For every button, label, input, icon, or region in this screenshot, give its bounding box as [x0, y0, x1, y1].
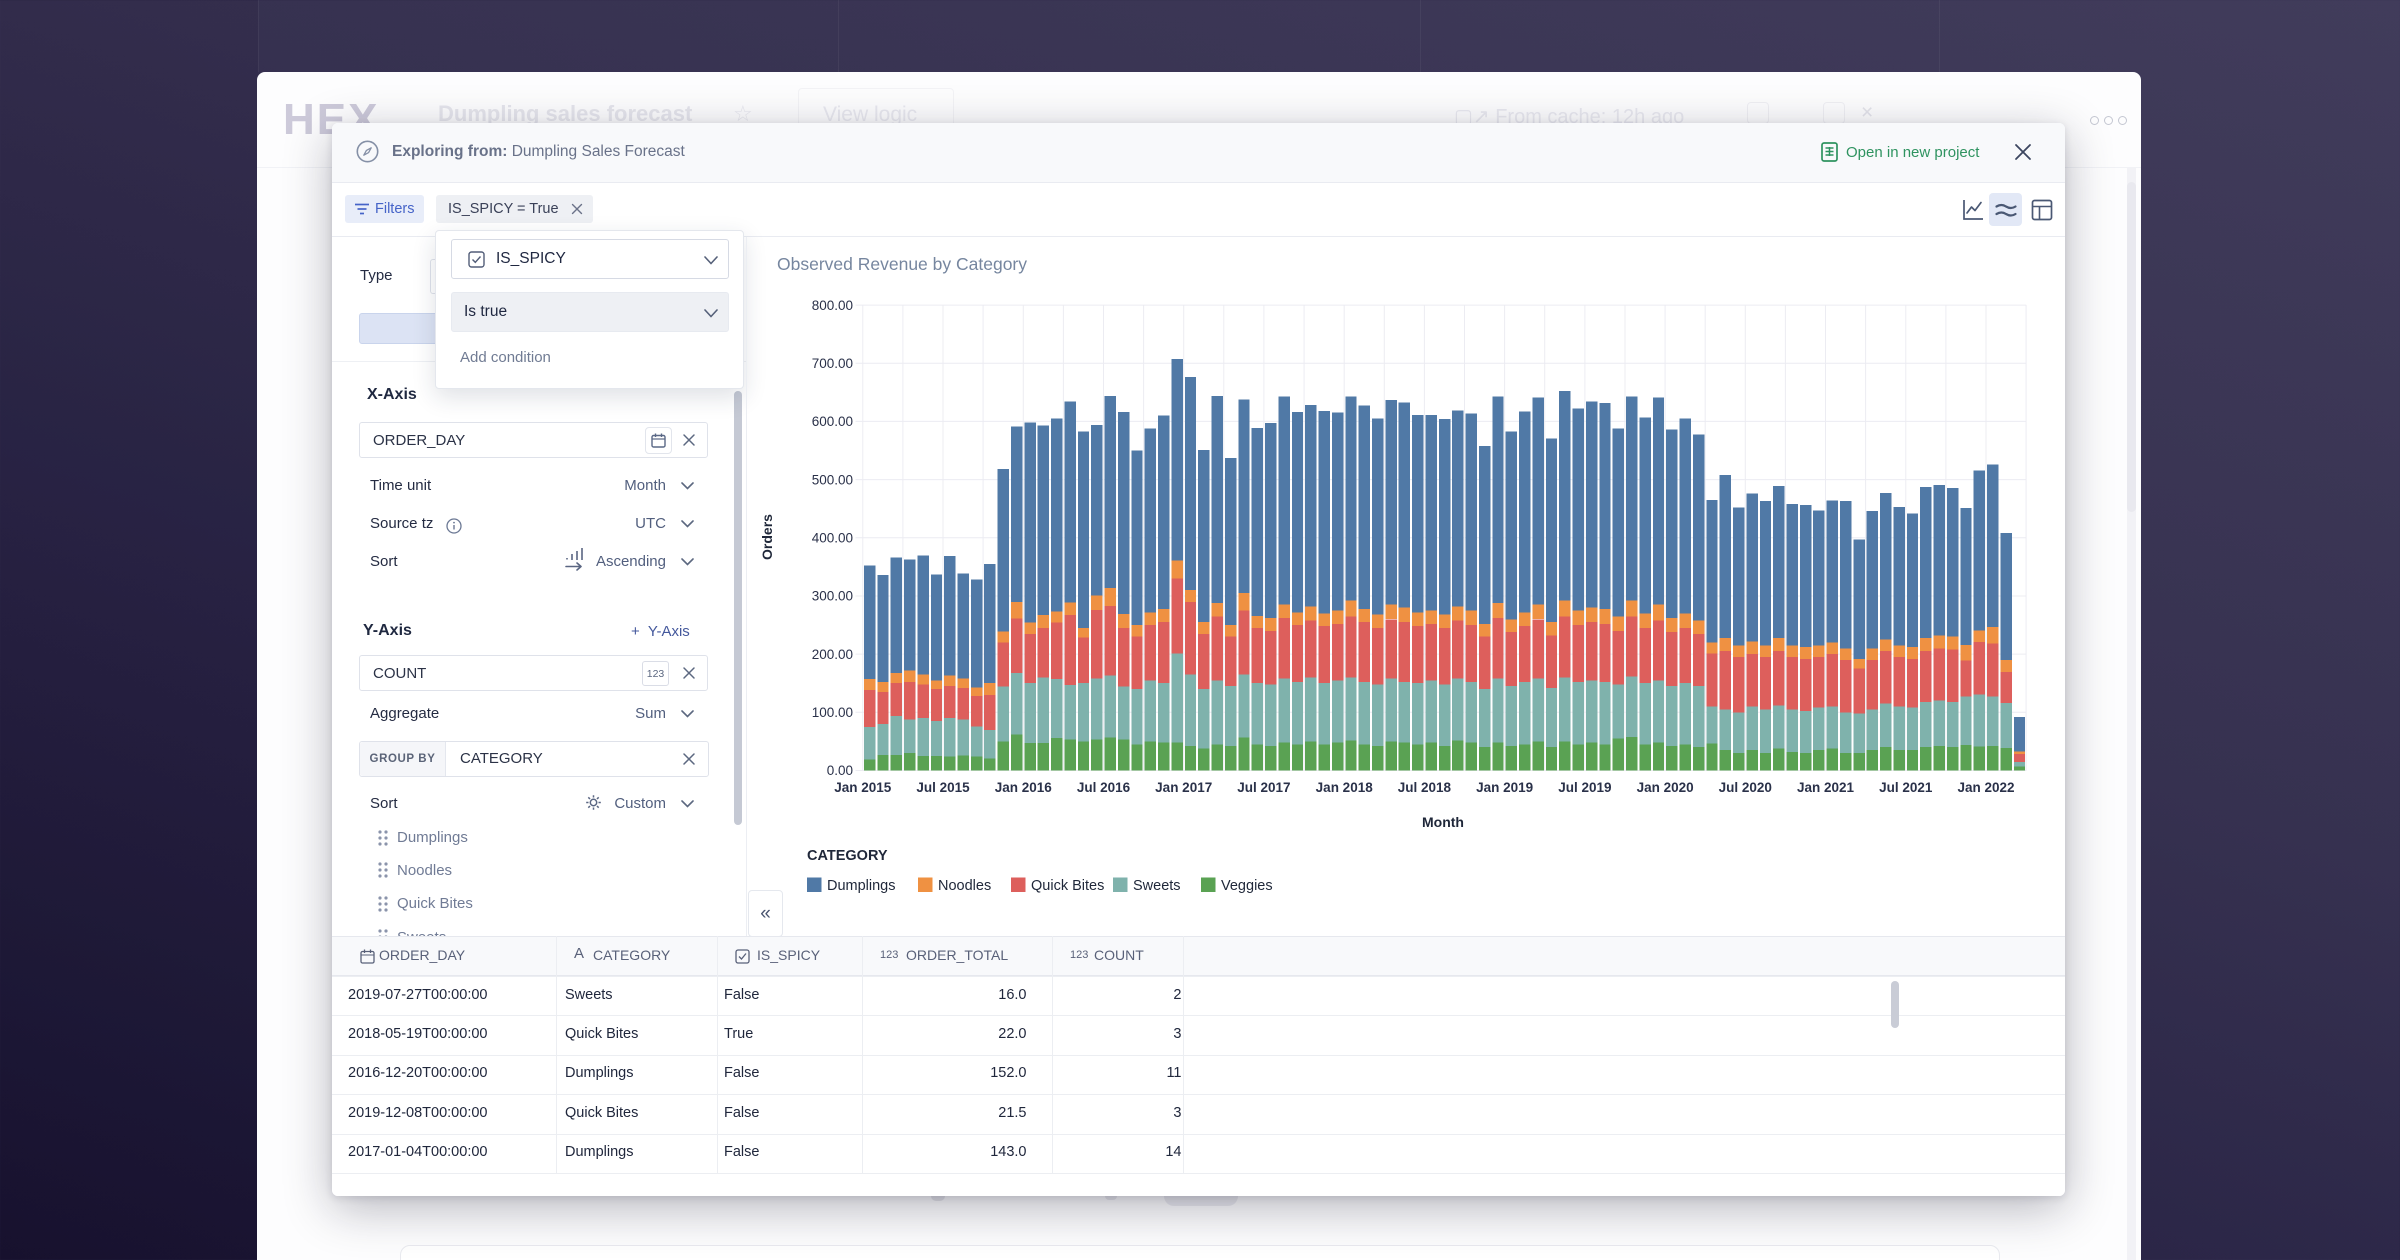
svg-text:Jul 2017: Jul 2017 — [1237, 780, 1290, 795]
svg-text:Orders: Orders — [759, 514, 775, 560]
svg-text:CATEGORY: CATEGORY — [807, 848, 888, 864]
svg-text:200.00: 200.00 — [812, 647, 853, 662]
svg-text:600.00: 600.00 — [812, 414, 853, 429]
svg-text:Dumplings: Dumplings — [827, 878, 896, 894]
svg-text:Month: Month — [1422, 814, 1464, 830]
svg-text:Jul 2018: Jul 2018 — [1398, 780, 1452, 795]
svg-text:500.00: 500.00 — [812, 472, 853, 487]
svg-text:0.00: 0.00 — [827, 763, 853, 778]
svg-text:Jan 2019: Jan 2019 — [1476, 780, 1533, 795]
svg-text:Jul 2015: Jul 2015 — [916, 780, 970, 795]
svg-text:Jul 2021: Jul 2021 — [1879, 780, 1933, 795]
svg-text:Jan 2020: Jan 2020 — [1637, 780, 1694, 795]
svg-text:Jan 2018: Jan 2018 — [1316, 780, 1374, 795]
svg-text:400.00: 400.00 — [812, 531, 853, 546]
svg-text:Jul 2019: Jul 2019 — [1558, 780, 1611, 795]
svg-text:Jan 2022: Jan 2022 — [1957, 780, 2014, 795]
svg-text:Sweets: Sweets — [1133, 878, 1181, 894]
svg-text:Jan 2015: Jan 2015 — [834, 780, 892, 795]
svg-text:Jul 2016: Jul 2016 — [1077, 780, 1131, 795]
svg-text:Jan 2016: Jan 2016 — [995, 780, 1053, 795]
svg-text:Quick Bites: Quick Bites — [1031, 878, 1104, 894]
svg-text:Noodles: Noodles — [938, 878, 991, 894]
svg-text:Jul 2020: Jul 2020 — [1719, 780, 1772, 795]
svg-text:Observed Revenue by Category: Observed Revenue by Category — [777, 254, 1027, 274]
svg-text:Jan 2017: Jan 2017 — [1155, 780, 1212, 795]
svg-text:Jan 2021: Jan 2021 — [1797, 780, 1855, 795]
svg-text:300.00: 300.00 — [812, 589, 853, 604]
svg-text:800.00: 800.00 — [812, 298, 853, 313]
svg-text:Veggies: Veggies — [1221, 878, 1273, 894]
svg-text:100.00: 100.00 — [812, 705, 853, 720]
svg-text:700.00: 700.00 — [812, 356, 853, 371]
